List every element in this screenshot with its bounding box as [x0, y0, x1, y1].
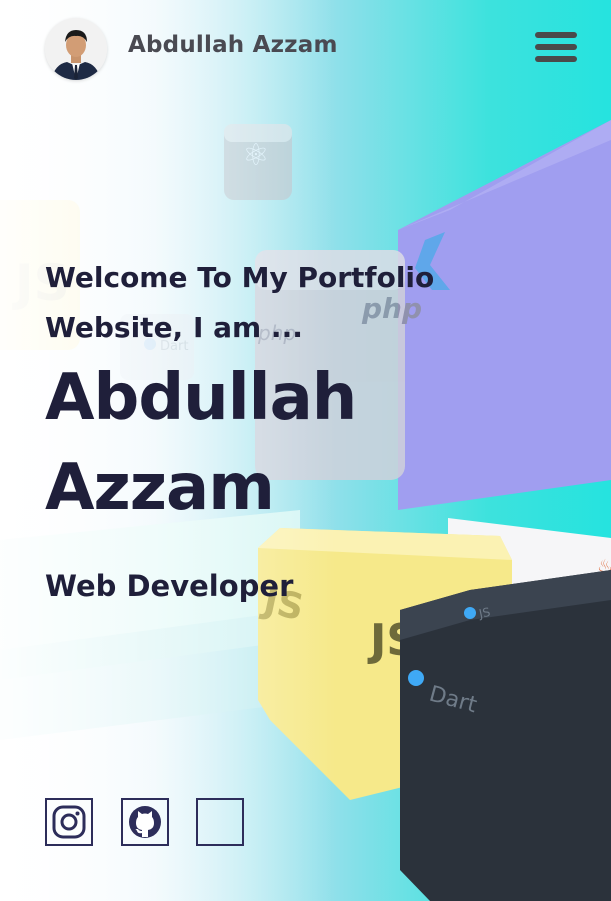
blank-social-link[interactable]	[196, 798, 244, 846]
dart-cube: JS Dart	[400, 570, 611, 901]
profile-photo-icon	[45, 18, 107, 80]
menu-bar	[535, 32, 577, 38]
menu-bar	[535, 56, 577, 62]
instagram-icon	[52, 805, 86, 839]
github-link[interactable]	[121, 798, 169, 846]
hero-name: Abdullah Azzam	[45, 361, 357, 525]
avatar[interactable]	[45, 18, 107, 80]
react-cube: ⚛	[224, 124, 292, 200]
github-icon	[129, 806, 161, 838]
hero-section: Welcome To My Portfolio Website, I am ..…	[45, 253, 575, 603]
menu-bar	[535, 44, 577, 50]
hamburger-menu-icon[interactable]	[535, 32, 577, 68]
cube-label: ⚛	[243, 138, 270, 173]
site-title[interactable]: Abdullah Azzam	[128, 32, 338, 58]
job-title: Web Developer	[45, 569, 294, 603]
welcome-text: Welcome To My Portfolio Website, I am ..…	[45, 261, 435, 344]
site-header: Abdullah Azzam	[45, 18, 585, 80]
instagram-link[interactable]	[45, 798, 93, 846]
